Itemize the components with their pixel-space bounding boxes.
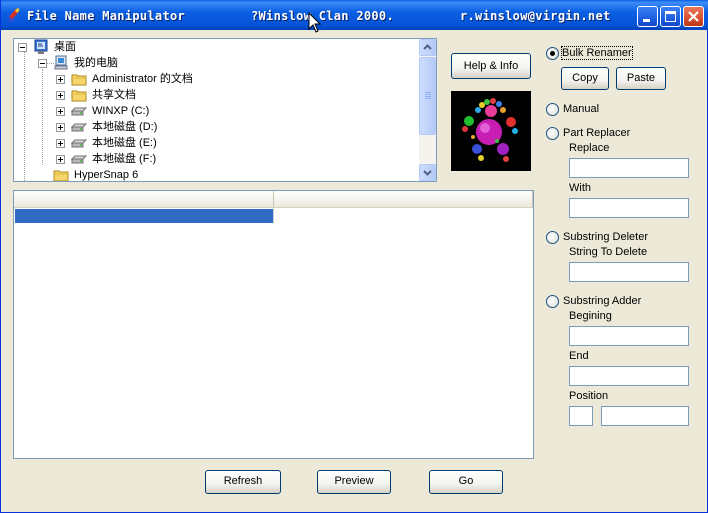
tree-item-label: 我的电脑: [74, 57, 118, 69]
replace-label: Replace: [569, 142, 610, 154]
column-header-original[interactable]: [14, 191, 274, 207]
close-icon: [688, 11, 699, 22]
expand-toggle[interactable]: [56, 91, 65, 100]
preview-button[interactable]: Preview: [317, 470, 391, 494]
close-button[interactable]: [683, 6, 704, 27]
maximize-icon: [665, 11, 676, 22]
folder-tree[interactable]: 桌面 我的电脑 Administrator 的文档 共享文档 WINXP (C:…: [13, 38, 437, 182]
tree-item-label: Administrator 的文档: [92, 73, 193, 85]
drive-icon: [71, 107, 87, 116]
expand-toggle[interactable]: [56, 107, 65, 116]
position-text-input[interactable]: [601, 406, 689, 426]
tree-item-label: 共享文档: [92, 89, 136, 101]
paste-button[interactable]: Paste: [616, 67, 666, 90]
begining-input[interactable]: [569, 326, 689, 346]
title-email: r.winslow@virgin.net: [460, 9, 611, 23]
replace-input[interactable]: [569, 158, 689, 178]
title-app-name: File Name Manipulator: [27, 9, 186, 23]
scroll-down-button[interactable]: [419, 164, 436, 181]
expand-toggle[interactable]: [56, 123, 65, 132]
part-replacer-label[interactable]: Part Replacer: [563, 127, 630, 139]
position-input[interactable]: [569, 406, 593, 426]
scroll-up-button[interactable]: [419, 39, 436, 56]
expand-toggle[interactable]: [56, 155, 65, 164]
column-header-new[interactable]: [274, 191, 533, 207]
refresh-button[interactable]: Refresh: [205, 470, 281, 494]
column-divider: [273, 208, 274, 224]
chevron-up-icon: [423, 44, 432, 50]
main-window: File Name Manipulator ?Winslow Clan 2000…: [0, 0, 708, 513]
string-to-delete-input[interactable]: [569, 262, 689, 282]
folder-icon: [53, 170, 69, 181]
mouse-cursor-icon: [308, 12, 322, 33]
title-copyright: ?Winslow Clan 2000.: [251, 9, 394, 23]
with-input[interactable]: [569, 198, 689, 218]
folder-icon: [71, 74, 87, 86]
bulk-renamer-label[interactable]: Bulk Renamer: [561, 46, 633, 60]
manual-label[interactable]: Manual: [563, 103, 599, 115]
maximize-button[interactable]: [660, 6, 681, 27]
drive-icon: [71, 123, 87, 132]
tree-item-label: HyperSnap 6: [74, 169, 139, 181]
part-replacer-radio[interactable]: [546, 127, 559, 140]
expand-toggle[interactable]: [56, 75, 65, 84]
file-list[interactable]: [13, 190, 534, 459]
copy-button[interactable]: Copy: [561, 67, 609, 90]
position-label: Position: [569, 390, 609, 402]
substring-deleter-label[interactable]: Substring Deleter: [563, 231, 648, 243]
tree-item-label: 本地磁盘 (D:): [92, 121, 158, 133]
collapse-toggle[interactable]: [38, 59, 47, 68]
tree-item-label: 桌面: [54, 41, 76, 53]
tree-item-hypersnap[interactable]: HyperSnap 6: [14, 167, 414, 181]
tree-item-my-computer[interactable]: 我的电脑: [14, 55, 414, 71]
computer-icon: [54, 55, 68, 70]
tree-item-label: 本地磁盘 (F:): [92, 153, 157, 165]
manual-radio[interactable]: [546, 103, 559, 116]
minimize-button[interactable]: [637, 6, 658, 27]
tree-item-drive-c[interactable]: WINXP (C:): [14, 103, 414, 119]
folder-icon: [71, 90, 87, 102]
bubble-figure-image: [451, 91, 531, 171]
go-button[interactable]: Go: [429, 470, 503, 494]
drive-icon: [71, 139, 87, 148]
tree-item-drive-f[interactable]: 本地磁盘 (F:): [14, 151, 414, 167]
tree-item-label: 本地磁盘 (E:): [92, 137, 157, 149]
tree-item-drive-d[interactable]: 本地磁盘 (D:): [14, 119, 414, 135]
substring-adder-radio[interactable]: [546, 295, 559, 308]
with-label: With: [569, 182, 591, 194]
title-bar[interactable]: File Name Manipulator ?Winslow Clan 2000…: [1, 0, 708, 33]
list-header: [14, 191, 533, 208]
desktop-icon: [34, 39, 48, 54]
app-icon: [6, 7, 20, 23]
bulk-renamer-radio[interactable]: [546, 47, 559, 60]
begining-label: Begining: [569, 310, 612, 322]
string-to-delete-label: String To Delete: [569, 246, 648, 258]
tree-vertical-scrollbar[interactable]: [419, 39, 436, 181]
collapse-toggle[interactable]: [18, 43, 27, 52]
tree-item-drive-e[interactable]: 本地磁盘 (E:): [14, 135, 414, 151]
substring-deleter-radio[interactable]: [546, 231, 559, 244]
chevron-down-icon: [423, 170, 432, 176]
selected-list-row[interactable]: [15, 209, 273, 223]
drive-icon: [71, 155, 87, 164]
expand-toggle[interactable]: [56, 139, 65, 148]
scroll-thumb[interactable]: [419, 57, 436, 135]
help-info-button[interactable]: Help & Info: [451, 53, 531, 79]
substring-adder-label[interactable]: Substring Adder: [563, 295, 641, 307]
tree-item-label: WINXP (C:): [92, 105, 150, 117]
end-input[interactable]: [569, 366, 689, 386]
tree-item-admin-docs[interactable]: Administrator 的文档: [14, 71, 414, 87]
tree-item-desktop[interactable]: 桌面: [14, 39, 414, 55]
end-label: End: [569, 350, 589, 362]
tree-item-shared-docs[interactable]: 共享文档: [14, 87, 414, 103]
minimize-icon: [643, 19, 650, 22]
